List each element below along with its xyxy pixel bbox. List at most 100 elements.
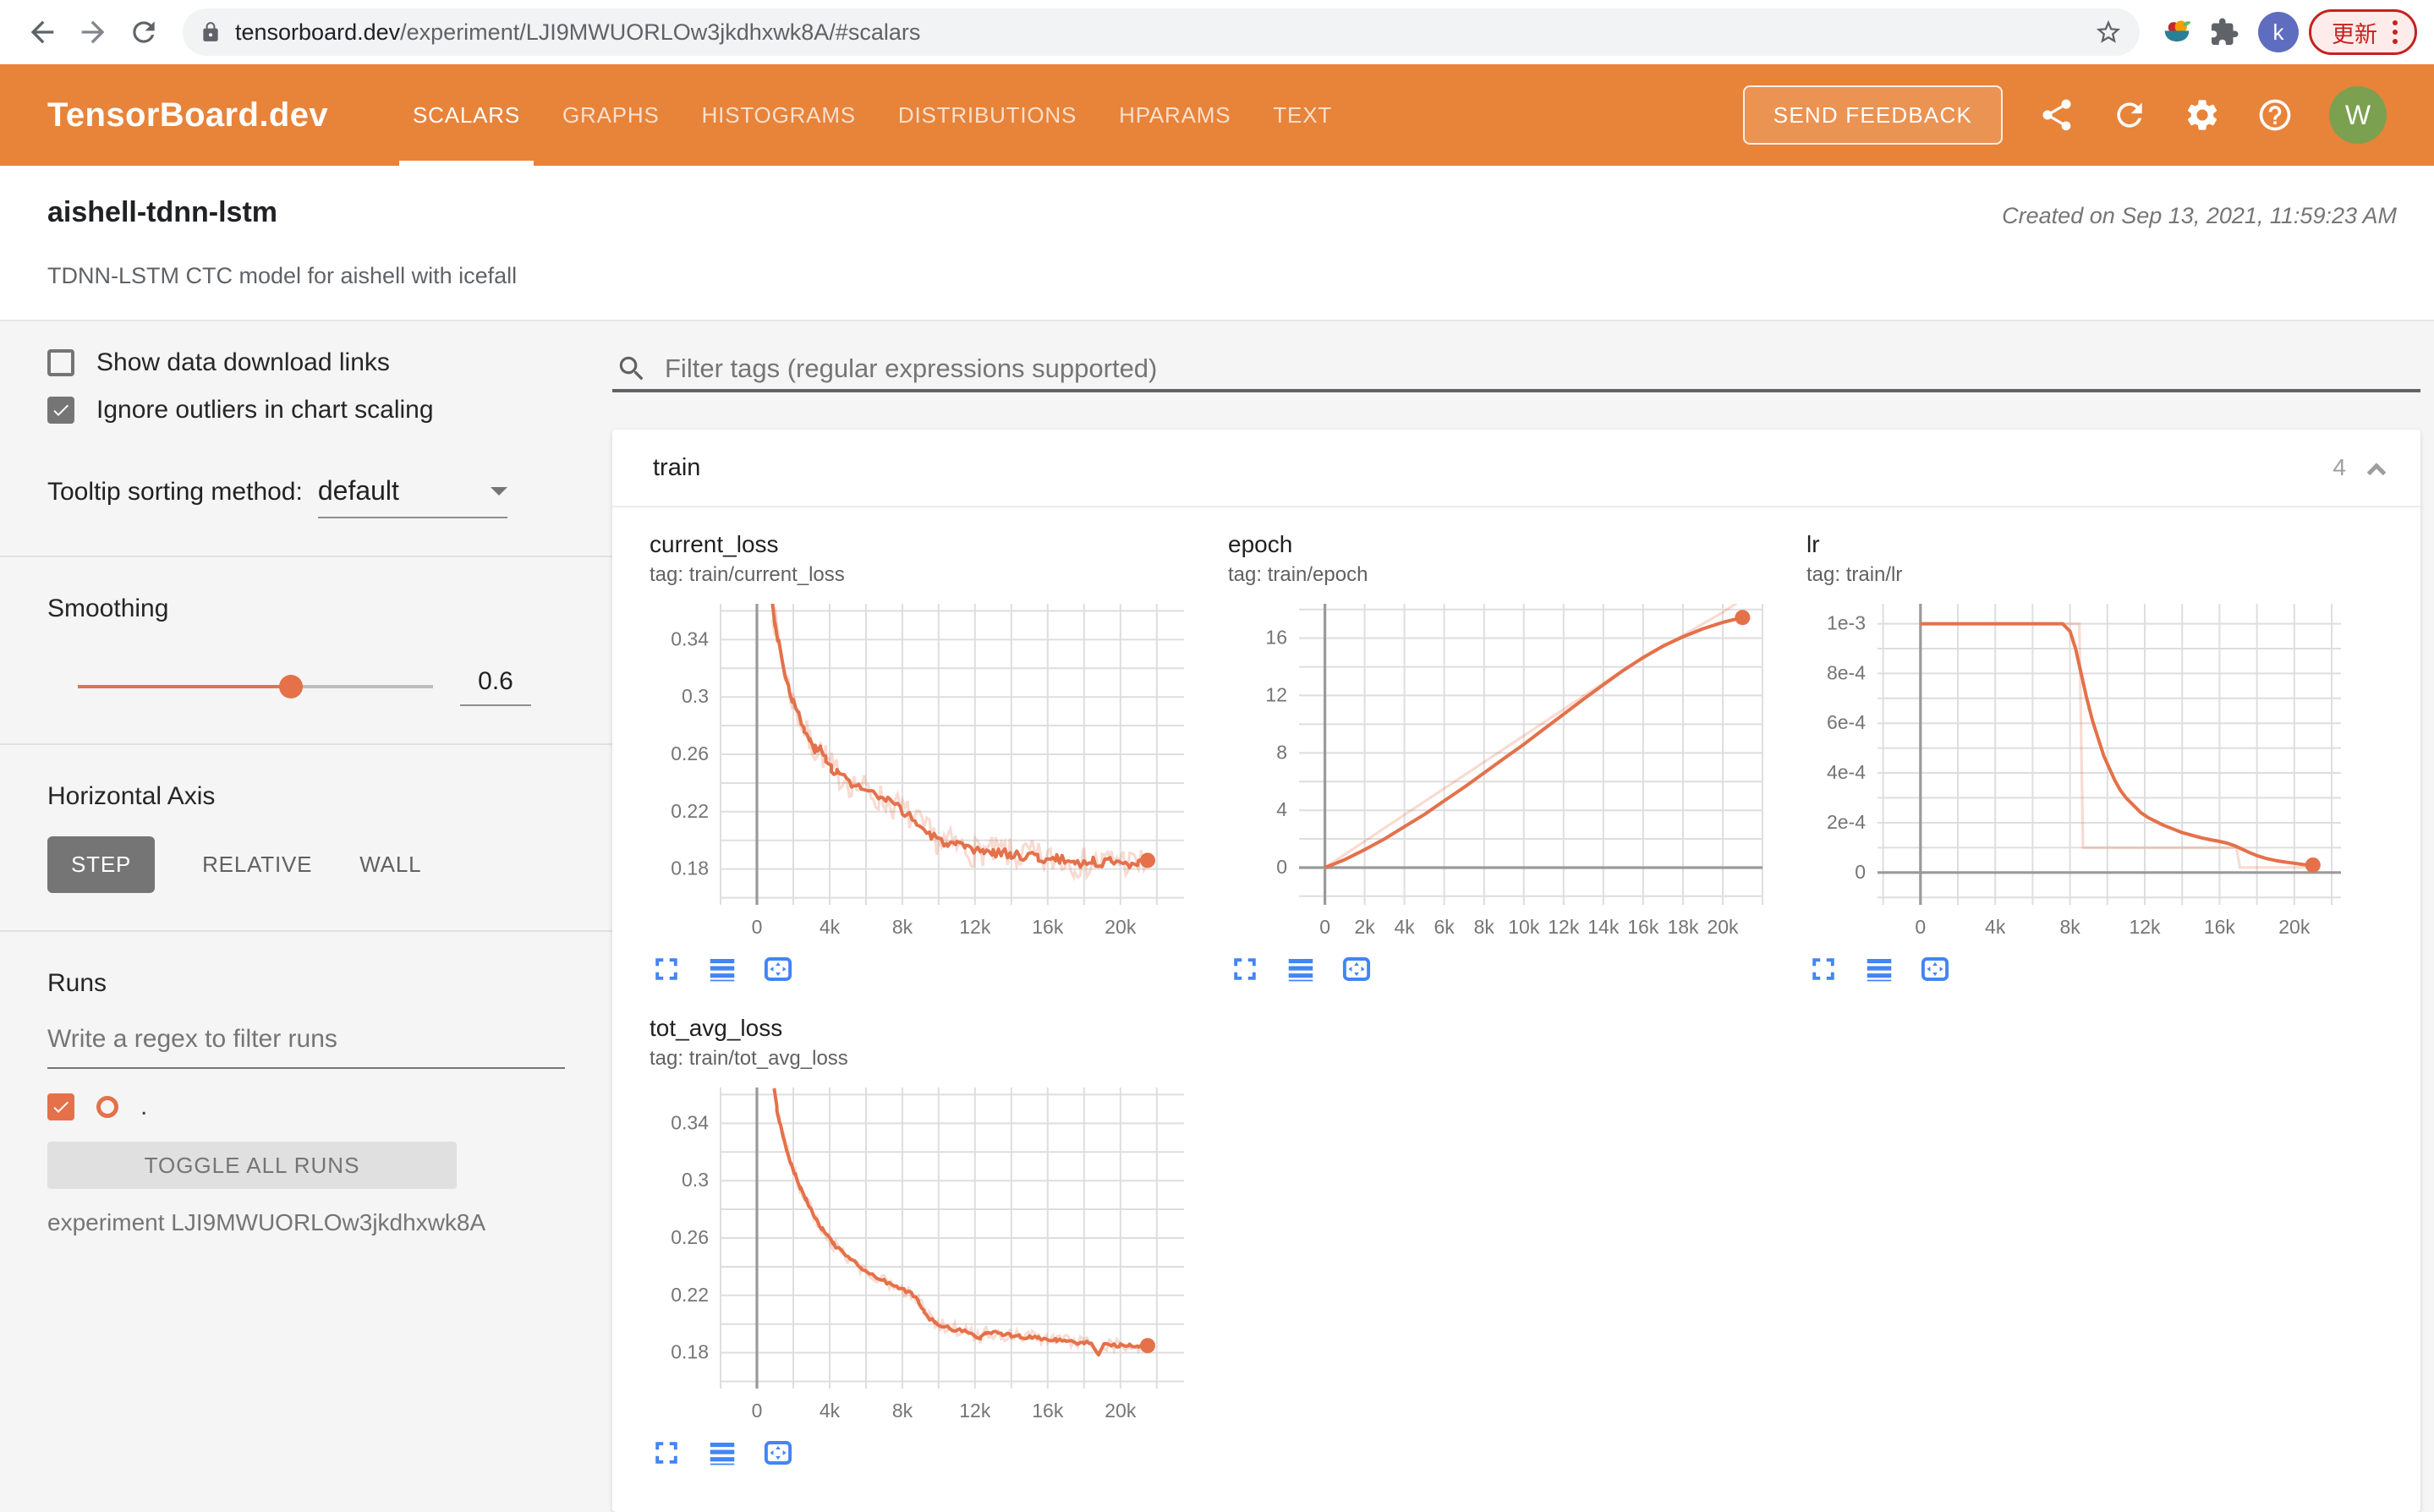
show-download-links-checkbox[interactable] <box>47 349 74 376</box>
charts-grid: current_loss tag: train/current_loss 0 4k 8… <box>612 507 2420 1512</box>
svg-text:6k: 6k <box>1434 916 1455 938</box>
fit-domain-icon[interactable] <box>1341 954 1372 984</box>
tab-text[interactable]: TEXT <box>1259 64 1346 166</box>
smoothing-slider[interactable] <box>78 675 433 698</box>
svg-text:8k: 8k <box>892 916 913 938</box>
toggle-all-runs-button[interactable]: TOGGLE ALL RUNS <box>47 1142 457 1189</box>
send-feedback-button[interactable]: SEND FEEDBACK <box>1742 85 2003 145</box>
chart-tag: tag: train/tot_avg_loss <box>650 1047 848 1070</box>
ignore-outliers-label: Ignore outliers in chart scaling <box>96 396 434 424</box>
run-checkbox[interactable] <box>47 1093 74 1120</box>
back-icon[interactable] <box>17 7 68 58</box>
scalars-main: train 4 current_loss tag: train/current_l… <box>612 321 2434 1512</box>
help-icon[interactable] <box>2256 96 2294 134</box>
expand-chart-icon[interactable] <box>1808 954 1839 984</box>
tag-filter-input[interactable] <box>665 353 2420 384</box>
svg-text:0.34: 0.34 <box>671 627 709 649</box>
app-logo[interactable]: TensorBoard.dev <box>47 96 328 134</box>
ignore-outliers-checkbox[interactable] <box>47 397 74 424</box>
svg-text:20k: 20k <box>1105 1400 1137 1422</box>
svg-text:0: 0 <box>1319 916 1330 938</box>
chart-toolbar-tot_avg_loss <box>646 1438 1225 1468</box>
svg-text:0.22: 0.22 <box>671 800 709 822</box>
tag-filter-bar <box>612 321 2420 392</box>
chart-title: epoch <box>1228 531 1293 557</box>
chart-toolbar-current_loss <box>646 954 1225 984</box>
run-name: . <box>140 1093 148 1120</box>
svg-text:4k: 4k <box>1985 916 2006 938</box>
svg-text:12k: 12k <box>1548 916 1580 938</box>
chart-plot-lr[interactable]: 0 4k 8k 12k 16k 20k 0 2e-4 4e-4 6e-4 8e-4 1e-3 <box>1803 597 2361 949</box>
expand-chart-icon[interactable] <box>651 954 682 984</box>
svg-text:16: 16 <box>1265 627 1287 649</box>
chart-plot-epoch[interactable]: 0 2k 4k 6k 8k 10k 12k 14k 16k 18k 20k 0 4 8 12 16 <box>1225 597 1783 949</box>
svg-text:0.3: 0.3 <box>682 1169 709 1191</box>
chart-plot-current_loss[interactable]: 0 4k 8k 12k 16k 20k 0.18 0.22 0.26 0.3 0.34 <box>646 597 1204 949</box>
collapse-chevron-icon[interactable] <box>2366 463 2387 482</box>
log-scale-icon[interactable] <box>707 1438 737 1468</box>
log-scale-icon[interactable] <box>1286 954 1316 984</box>
refresh-icon[interactable] <box>2111 96 2148 134</box>
svg-text:0.26: 0.26 <box>671 742 709 764</box>
fruit-extension-icon[interactable] <box>2153 8 2201 56</box>
tab-histograms[interactable]: HISTOGRAMS <box>688 64 869 166</box>
tab-scalars[interactable]: SCALARS <box>399 64 534 166</box>
fit-domain-icon[interactable] <box>1920 954 1950 984</box>
svg-text:4k: 4k <box>1394 916 1415 938</box>
axis-step-button[interactable]: STEP <box>47 836 156 893</box>
log-scale-icon[interactable] <box>1864 954 1894 984</box>
search-icon <box>616 353 648 385</box>
browser-menu-icon[interactable] <box>2393 20 2398 44</box>
experiment-description: TDNN-LSTM CTC model for aishell with ice… <box>47 263 518 288</box>
tooltip-sorting-label: Tooltip sorting method: <box>47 478 303 506</box>
axis-wall-button[interactable]: WALL <box>336 836 445 893</box>
experiment-header: aishell-tdnn-lstm TDNN-LSTM CTC model fo… <box>0 166 2434 321</box>
expand-chart-icon[interactable] <box>1230 954 1260 984</box>
svg-text:12: 12 <box>1265 683 1287 705</box>
chart-plot-tot_avg_loss[interactable]: 0 4k 8k 12k 16k 20k 0.18 0.22 0.26 0.3 0.34 <box>646 1081 1204 1433</box>
fit-domain-icon[interactable] <box>763 954 793 984</box>
forward-icon[interactable] <box>68 7 118 58</box>
browser-profile-avatar[interactable]: k <box>2258 12 2299 52</box>
bookmark-star-icon[interactable] <box>2094 18 2123 47</box>
svg-text:0.18: 0.18 <box>671 857 709 879</box>
svg-text:2e-4: 2e-4 <box>1827 811 1866 833</box>
chart-title: current_loss <box>650 531 779 557</box>
tooltip-sorting-select[interactable]: default <box>317 475 507 518</box>
tab-graphs[interactable]: GRAPHS <box>549 64 673 166</box>
user-avatar[interactable]: W <box>2329 86 2387 144</box>
chart-tot_avg_loss: tot_avg_loss tag: train/tot_avg_loss 0 4k 8… <box>646 1015 1225 1468</box>
reload-icon[interactable] <box>118 7 169 58</box>
log-scale-icon[interactable] <box>707 954 737 984</box>
tab-hparams[interactable]: HPARAMS <box>1105 64 1244 166</box>
svg-text:1e-3: 1e-3 <box>1827 612 1866 634</box>
svg-text:0.3: 0.3 <box>682 685 709 707</box>
lock-icon <box>200 21 222 43</box>
share-icon[interactable] <box>2038 96 2075 134</box>
browser-update-button[interactable]: 更新 <box>2309 9 2417 55</box>
settings-gear-icon[interactable] <box>2184 96 2221 134</box>
chart-current_loss: current_loss tag: train/current_loss 0 4k 8… <box>646 531 1225 984</box>
svg-text:20k: 20k <box>2278 916 2311 938</box>
url-bar[interactable]: tensorboard.dev/experiment/LJI9MWUORLOw3… <box>183 8 2140 56</box>
axis-relative-button[interactable]: RELATIVE <box>178 836 336 893</box>
chart-lr: lr tag: train/lr 0 4k 8k 12k 16k 20k 0 2e-4 4e-4 6… <box>1803 531 2382 984</box>
puzzle-extension-icon[interactable] <box>2201 8 2248 56</box>
tab-distributions[interactable]: DISTRIBUTIONS <box>885 64 1090 166</box>
svg-text:16k: 16k <box>2204 916 2236 938</box>
svg-text:0: 0 <box>752 916 763 938</box>
expand-chart-icon[interactable] <box>651 1438 682 1468</box>
run-row: . <box>47 1093 565 1121</box>
section-title: train <box>653 453 701 481</box>
run-color-swatch[interactable] <box>96 1096 118 1118</box>
runs-filter-input[interactable] <box>47 1015 565 1069</box>
svg-text:16k: 16k <box>1032 916 1064 938</box>
slider-thumb[interactable] <box>279 675 303 698</box>
train-section-header[interactable]: train 4 <box>612 430 2420 507</box>
runs-label: Runs <box>47 969 107 997</box>
smoothing-label: Smoothing <box>47 594 169 622</box>
fit-domain-icon[interactable] <box>763 1438 793 1468</box>
svg-text:10k: 10k <box>1508 916 1540 938</box>
smoothing-value-input[interactable]: 0.6 <box>460 667 531 706</box>
svg-text:16k: 16k <box>1032 1400 1064 1422</box>
